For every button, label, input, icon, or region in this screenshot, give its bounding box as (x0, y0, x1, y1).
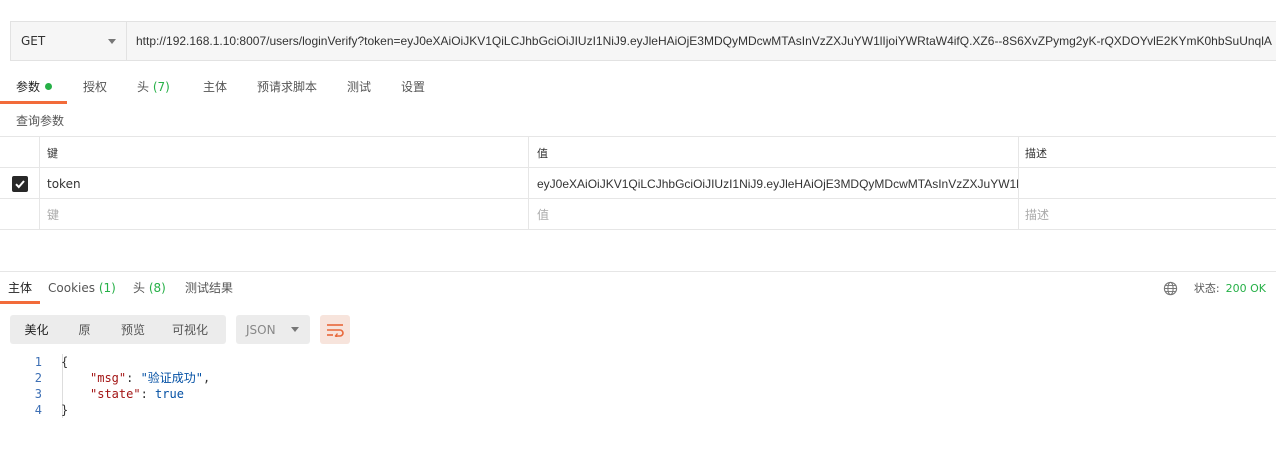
response-tab-cookies[interactable]: Cookies (1) (48, 279, 116, 304)
code-line: 1 { (0, 354, 600, 370)
new-description-input[interactable]: 描述 (1019, 199, 1276, 230)
param-value-input[interactable]: eyJ0eXAiOiJKV1QiLCJhbGciOiJIUzI1NiJ9.eyJ… (529, 168, 1019, 199)
response-status: 状态: 200 OK (1163, 279, 1266, 297)
response-tab-test-results-label: 测试结果 (185, 281, 234, 295)
code-open-brace: { (61, 355, 69, 369)
response-body-code: 1 { 2 "msg": "验证成功", 3 "state": true 4 } (0, 354, 600, 418)
response-divider (0, 271, 1276, 272)
tab-authorization-label: 授权 (83, 80, 108, 94)
response-tab-body-label: 主体 (8, 281, 33, 295)
format-visualize-button[interactable]: 可视化 (160, 315, 220, 344)
tab-pre-request-script[interactable]: 预请求脚本 (257, 74, 317, 104)
active-tab-underline (0, 101, 67, 104)
wrap-lines-icon (327, 323, 344, 337)
format-type-label: JSON (246, 322, 276, 337)
param-key-input[interactable]: token (40, 168, 529, 199)
new-row-checkbox-cell (0, 199, 40, 230)
chevron-down-icon (291, 327, 299, 332)
code-line: 2 "msg": "验证成功", (0, 370, 600, 386)
response-tab-body[interactable]: 主体 (0, 279, 41, 304)
tab-tests[interactable]: 测试 (347, 74, 371, 104)
json-value: "验证成功" (140, 371, 204, 385)
request-url-bar: GET http://192.168.1.10:8007/users/login… (10, 21, 1276, 61)
json-key: "state" (90, 387, 141, 401)
status-label: 状态: (1193, 282, 1220, 295)
column-header-key: 键 (40, 137, 529, 168)
globe-icon[interactable] (1163, 281, 1178, 296)
column-header-value: 值 (529, 137, 1019, 168)
table-header-row: 键 值 描述 (0, 137, 1276, 168)
json-comma: , (203, 371, 211, 385)
code-line: 4 } (0, 402, 600, 418)
tab-settings[interactable]: 设置 (401, 74, 425, 104)
json-key: "msg" (90, 371, 127, 385)
wrap-lines-button[interactable] (320, 315, 350, 344)
body-format-group: 美化 原 预览 可视化 (10, 315, 226, 344)
url-input[interactable]: http://192.168.1.10:8007/users/loginVeri… (127, 22, 1276, 60)
response-tab-headers[interactable]: 头 (8) (133, 279, 166, 304)
response-tab-headers-label: 头 (133, 281, 146, 295)
table-row-new: 键 值 描述 (0, 199, 1276, 230)
tab-params-label: 参数 (16, 80, 41, 94)
format-preview-button[interactable]: 预览 (106, 315, 160, 344)
line-number: 2 (34, 371, 42, 385)
line-number: 3 (34, 387, 42, 401)
param-description-input[interactable] (1019, 168, 1276, 199)
tab-authorization[interactable]: 授权 (83, 74, 107, 104)
tab-pre-request-script-label: 预请求脚本 (257, 80, 318, 94)
tab-headers-count: (7) (152, 80, 170, 94)
response-tab-cookies-label: Cookies (48, 281, 95, 295)
new-value-input[interactable]: 值 (529, 199, 1019, 230)
method-label: GET (21, 34, 46, 48)
tab-body[interactable]: 主体 (203, 74, 227, 104)
code-field-msg: "msg": "验证成功", (90, 371, 211, 385)
chevron-down-icon (108, 38, 116, 44)
param-enabled-checkbox[interactable] (11, 175, 28, 192)
format-raw-button[interactable]: 原 (63, 315, 106, 344)
response-tab-cookies-count: (1) (98, 281, 116, 295)
table-row: token eyJ0eXAiOiJKV1QiLCJhbGciOiJIUzI1Ni… (0, 168, 1276, 199)
json-value: true (155, 387, 184, 401)
format-type-select[interactable]: JSON (236, 315, 310, 344)
tab-tests-label: 测试 (347, 80, 372, 94)
query-params-title: 查询参数 (16, 114, 65, 128)
code-field-state: "state": true (90, 387, 184, 401)
code-close-brace: } (61, 403, 69, 417)
status-value: 200 OK (1225, 281, 1266, 295)
line-number: 1 (34, 355, 42, 369)
response-tab-test-results[interactable]: 测试结果 (185, 279, 233, 304)
check-icon (14, 179, 25, 188)
tab-body-label: 主体 (203, 80, 228, 94)
tab-params[interactable]: 参数 (0, 74, 67, 104)
modified-dot-icon (45, 83, 53, 90)
request-tabs: 参数 授权 头 (7) 主体 预请求脚本 测试 设置 (0, 74, 1276, 104)
tab-settings-label: 设置 (401, 80, 426, 94)
header-checkbox-cell (0, 137, 40, 168)
tab-headers-label: 头 (137, 80, 150, 94)
query-params-table: 键 值 描述 token eyJ0eXAiOiJKV1QiLCJhbGciOiJ… (0, 136, 1276, 230)
row-checkbox-cell (0, 168, 40, 199)
active-tab-underline (0, 301, 41, 304)
code-line: 3 "state": true (0, 386, 600, 402)
new-key-input[interactable]: 键 (40, 199, 529, 230)
response-tab-headers-count: (8) (148, 281, 166, 295)
tab-headers[interactable]: 头 (7) (137, 74, 170, 104)
column-header-description: 描述 (1025, 146, 1047, 160)
format-pretty-button[interactable]: 美化 (10, 315, 63, 344)
method-select[interactable]: GET (11, 22, 127, 60)
line-number: 4 (34, 403, 42, 417)
